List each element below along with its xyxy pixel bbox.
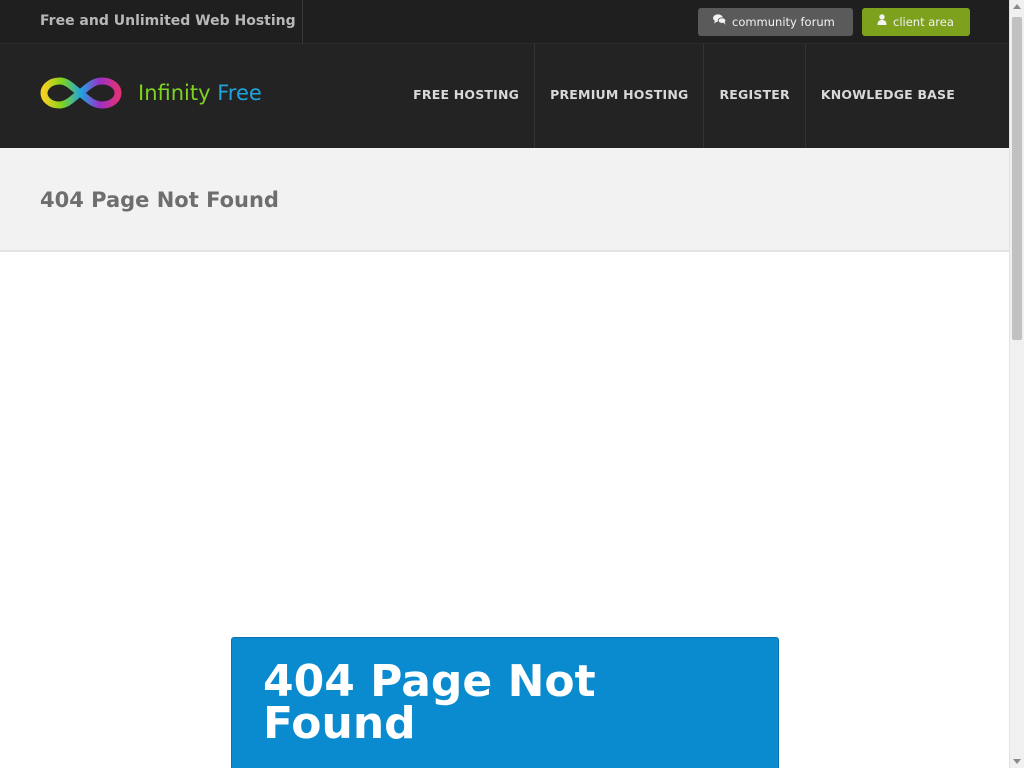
page: Free and Unlimited Web Hosting community… bbox=[0, 0, 1024, 768]
scroll-down-arrow-icon[interactable] bbox=[1013, 759, 1021, 764]
error-card-heading: 404 Page Not Found bbox=[263, 656, 596, 749]
user-icon bbox=[877, 7, 887, 35]
top-bar-divider bbox=[302, 0, 303, 44]
top-bar: Free and Unlimited Web Hosting community… bbox=[0, 0, 1009, 44]
brand-name-part1: Infinity bbox=[138, 81, 211, 105]
main-header: Infinity Free FREE HOSTING PREMIUM HOSTI… bbox=[0, 44, 1009, 148]
comments-icon bbox=[713, 7, 727, 35]
page-title-band: 404 Page Not Found bbox=[0, 148, 1009, 252]
vertical-scrollbar[interactable] bbox=[1009, 0, 1024, 768]
brand-name: Infinity Free bbox=[138, 78, 262, 108]
page-title: 404 Page Not Found bbox=[40, 188, 279, 212]
community-forum-button[interactable]: community forum bbox=[698, 8, 853, 36]
site-tagline: Free and Unlimited Web Hosting bbox=[40, 13, 296, 29]
client-area-label: client area bbox=[893, 15, 954, 29]
site-logo[interactable]: Infinity Free bbox=[40, 72, 270, 114]
scroll-up-arrow-icon[interactable] bbox=[1013, 4, 1021, 9]
nav-premium-hosting[interactable]: PREMIUM HOSTING bbox=[534, 44, 703, 148]
scrollbar-thumb[interactable] bbox=[1012, 17, 1022, 340]
main-nav: FREE HOSTING PREMIUM HOSTING REGISTER KN… bbox=[398, 44, 970, 148]
error-card: 404 Page Not Found bbox=[231, 637, 779, 768]
brand-name-part2: Free bbox=[217, 81, 262, 105]
community-forum-label: community forum bbox=[732, 15, 835, 29]
nav-register[interactable]: REGISTER bbox=[703, 44, 804, 148]
nav-free-hosting[interactable]: FREE HOSTING bbox=[398, 44, 534, 148]
nav-knowledge-base[interactable]: KNOWLEDGE BASE bbox=[804, 44, 970, 148]
client-area-button[interactable]: client area bbox=[862, 8, 970, 36]
infinity-logo-icon bbox=[40, 77, 122, 109]
